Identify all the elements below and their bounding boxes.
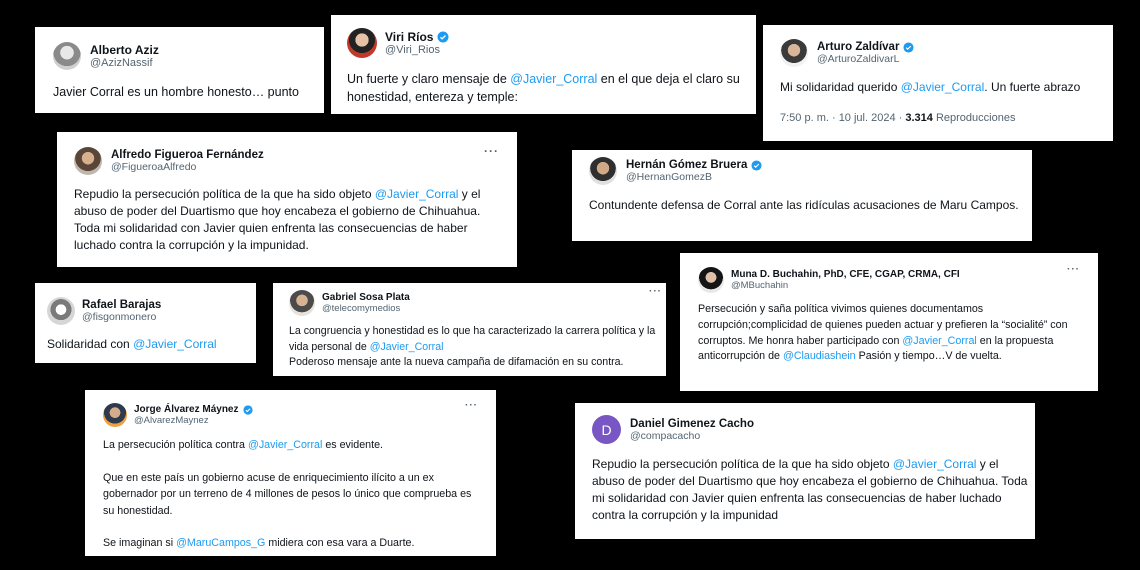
more-options-icon[interactable]: ··· <box>484 144 499 158</box>
avatar[interactable] <box>103 403 127 427</box>
more-options-icon[interactable]: ··· <box>1067 264 1080 275</box>
tweet-text: Solidaridad con @Javier_Corral <box>47 337 217 351</box>
tweet-text: La congruencia y honestidad es lo que ha… <box>289 325 656 369</box>
tweet-card-alfredo-figueroa[interactable]: Alfredo Figueroa Fernández @FigueroaAlfr… <box>57 132 517 267</box>
handle[interactable]: @MBuchahin <box>731 280 960 291</box>
handle[interactable]: @fisgonmonero <box>82 311 161 323</box>
mention-link[interactable]: @Javier_Corral <box>375 187 459 201</box>
handle[interactable]: @AzizNassif <box>90 57 159 69</box>
tweet-text: Persecución y saña política vivimos quie… <box>698 303 1068 363</box>
mention-link[interactable]: @Javier_Corral <box>901 80 985 94</box>
display-name[interactable]: Rafael Barajas <box>82 299 161 311</box>
verified-badge-icon <box>751 159 762 171</box>
display-name[interactable]: Hernán Gómez Bruera <box>626 159 747 171</box>
avatar[interactable]: D <box>592 415 621 444</box>
tweet-card-rafael-barajas[interactable]: Rafael Barajas @fisgonmonero Solidaridad… <box>35 283 256 363</box>
avatar[interactable] <box>698 267 724 293</box>
handle[interactable]: @ArturoZaldivarL <box>817 53 914 65</box>
tweet-card-jorge-alvarez[interactable]: Jorge Álvarez Máynez @AlvarezMaynez ··· … <box>85 390 496 556</box>
display-name[interactable]: Viri Ríos <box>385 30 433 44</box>
views-count: 3.314 <box>905 112 933 124</box>
tweet-card-viri-rios[interactable]: Viri Ríos @Viri_Rios Un fuerte y claro m… <box>331 15 756 114</box>
tweet-card-daniel-gimenez[interactable]: D Daniel Gimenez Cacho @compacacho Repud… <box>575 403 1035 539</box>
tweet-card-gabriel-sosa[interactable]: Gabriel Sosa Plata @telecomymedios ··· L… <box>273 283 666 376</box>
tweet-text: Un fuerte y claro mensaje de @Javier_Cor… <box>347 72 740 104</box>
tweet-text: Mi solidaridad querido @Javier_Corral. U… <box>780 80 1081 94</box>
tweet-text: Javier Corral es un hombre honesto… punt… <box>53 85 299 99</box>
mention-link[interactable]: @Javier_Corral <box>133 337 217 351</box>
handle[interactable]: @HernanGomezB <box>626 171 762 183</box>
verified-badge-icon <box>242 404 253 415</box>
display-name[interactable]: Arturo Zaldívar <box>817 41 899 53</box>
tweet-text: Repudio la persecución política de la qu… <box>592 457 1028 523</box>
tweet-card-alberto-aziz[interactable]: Alberto Aziz @AzizNassif Javier Corral e… <box>35 27 324 113</box>
avatar[interactable] <box>53 42 81 70</box>
handle[interactable]: @Viri_Rios <box>385 44 449 56</box>
tweet-text: La persecución política contra @Javier_C… <box>103 439 472 550</box>
mention-link[interactable]: @Javier_Corral <box>248 439 322 451</box>
more-options-icon[interactable]: ··· <box>465 400 478 411</box>
mention-link[interactable]: @Javier_Corral <box>370 341 444 353</box>
avatar[interactable] <box>47 297 75 325</box>
display-name[interactable]: Alberto Aziz <box>90 43 159 57</box>
tweet-card-muna-buchahin[interactable]: Muna D. Buchahin, PhD, CFE, CGAP, CRMA, … <box>680 253 1098 391</box>
timestamp[interactable]: 7:50 p. m. · 10 jul. 2024 · <box>780 112 905 124</box>
tweet-text: Repudio la persecución política de la qu… <box>74 187 481 253</box>
handle[interactable]: @compacacho <box>630 430 754 442</box>
mention-link[interactable]: @Claudiashein <box>783 350 856 362</box>
tweet-card-arturo-zaldivar[interactable]: Arturo Zaldívar @ArturoZaldivarL Mi soli… <box>763 25 1113 141</box>
verified-badge-icon <box>903 41 914 53</box>
tweet-metadata: 7:50 p. m. · 10 jul. 2024 · 3.314 Reprod… <box>780 112 1016 124</box>
handle[interactable]: @FigueroaAlfredo <box>111 161 264 173</box>
avatar[interactable] <box>289 290 315 316</box>
avatar[interactable] <box>589 157 617 185</box>
avatar[interactable] <box>74 147 102 175</box>
display-name[interactable]: Daniel Gimenez Cacho <box>630 418 754 430</box>
handle[interactable]: @AlvarezMaynez <box>134 415 253 426</box>
more-options-icon[interactable]: ··· <box>649 286 662 297</box>
mention-link[interactable]: @MaruCampos_G <box>176 537 265 549</box>
avatar[interactable] <box>347 28 377 58</box>
display-name[interactable]: Jorge Álvarez Máynez <box>134 404 239 415</box>
mention-link[interactable]: @Javier_Corral <box>902 335 976 347</box>
display-name[interactable]: Alfredo Figueroa Fernández <box>111 149 264 161</box>
display-name[interactable]: Muna D. Buchahin, PhD, CFE, CGAP, CRMA, … <box>731 269 960 280</box>
display-name[interactable]: Gabriel Sosa Plata <box>322 292 410 303</box>
tweet-text: Contundente defensa de Corral ante las r… <box>589 198 1019 212</box>
mention-link[interactable]: @Javier_Corral <box>893 457 977 471</box>
mention-link[interactable]: @Javier_Corral <box>510 72 597 86</box>
tweet-card-hernan-gomez[interactable]: Hernán Gómez Bruera @HernanGomezB Contun… <box>572 150 1032 241</box>
handle[interactable]: @telecomymedios <box>322 303 410 314</box>
verified-badge-icon <box>437 31 449 43</box>
avatar[interactable] <box>780 39 808 67</box>
